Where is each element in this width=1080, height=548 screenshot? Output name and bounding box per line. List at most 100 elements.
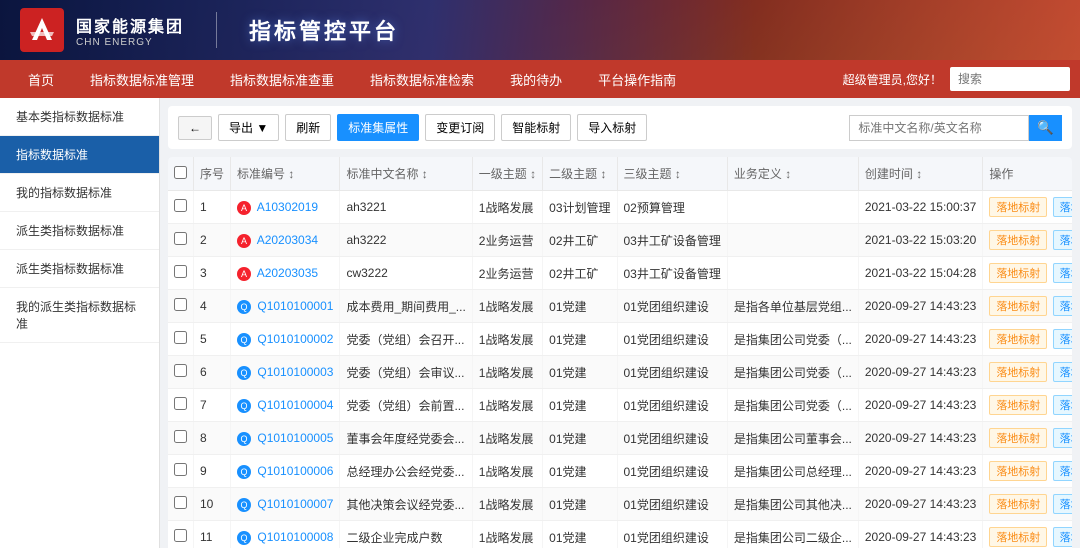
row-code: Q Q1010100001 [231, 290, 340, 323]
row-l2: 02井工矿 [543, 257, 617, 290]
row-seq: 11 [194, 521, 231, 548]
row-time: 2021-03-22 15:03:20 [858, 224, 982, 257]
nav-item-todo[interactable]: 我的待办 [492, 60, 580, 98]
th-time[interactable]: 创建时间 ↕ [858, 157, 982, 191]
op-eval[interactable]: 落地评估 [1053, 395, 1072, 415]
row-code-link[interactable]: A20203035 [257, 266, 318, 280]
row-code-link[interactable]: Q1010100007 [257, 497, 333, 511]
logo-icon [20, 8, 64, 52]
toolbar-search-input[interactable] [849, 115, 1029, 141]
row-def: 是指集团公司总经理... [727, 455, 858, 488]
row-code-link[interactable]: Q1010100002 [257, 332, 333, 346]
th-l3[interactable]: 三级主题 ↕ [617, 157, 727, 191]
row-l2: 01党建 [543, 356, 617, 389]
row-seq: 5 [194, 323, 231, 356]
row-def [727, 224, 858, 257]
th-l2[interactable]: 二级主题 ↕ [543, 157, 617, 191]
op-map[interactable]: 落地标射 [989, 362, 1047, 382]
sidebar-item-derived[interactable]: 派生类指标数据标准 [0, 212, 159, 250]
op-eval[interactable]: 落地评估 [1053, 527, 1072, 547]
row-checkbox[interactable] [174, 496, 187, 509]
op-eval[interactable]: 落地评估 [1053, 230, 1072, 250]
toolbar-search-button[interactable]: 🔍 [1029, 115, 1062, 141]
row-code-link[interactable]: Q1010100008 [257, 530, 333, 544]
op-eval[interactable]: 落地评估 [1053, 428, 1072, 448]
row-seq: 7 [194, 389, 231, 422]
op-map[interactable]: 落地标射 [989, 428, 1047, 448]
row-ops: 落地标射 落地评估 映射推荐 [983, 488, 1072, 521]
sidebar-item-my[interactable]: 我的指标数据标准 [0, 174, 159, 212]
row-checkbox[interactable] [174, 430, 187, 443]
op-eval[interactable]: 落地评估 [1053, 296, 1072, 316]
props-button[interactable]: 标准集属性 [337, 114, 419, 141]
row-seq: 4 [194, 290, 231, 323]
op-map[interactable]: 落地标射 [989, 395, 1047, 415]
table-row: 2 A A20203034 ah3222 2业务运营 02井工矿 03井工矿设备… [168, 224, 1072, 257]
sidebar-item-basic[interactable]: 基本类指标数据标准 [0, 98, 159, 136]
op-map[interactable]: 落地标射 [989, 197, 1047, 217]
row-checkbox[interactable] [174, 397, 187, 410]
op-map[interactable]: 落地标射 [989, 296, 1047, 316]
row-def: 是指集团公司党委（... [727, 323, 858, 356]
row-checkbox[interactable] [174, 199, 187, 212]
op-map[interactable]: 落地标射 [989, 494, 1047, 514]
refresh-button[interactable]: 刷新 [285, 114, 331, 141]
select-all-checkbox[interactable] [174, 166, 187, 179]
nav-item-standard-search[interactable]: 指标数据标准检索 [352, 60, 492, 98]
row-code: Q Q1010100008 [231, 521, 340, 548]
row-checkbox[interactable] [174, 265, 187, 278]
smart-button[interactable]: 智能标射 [501, 114, 571, 141]
sidebar-item-derived2[interactable]: 派生类指标数据标准 [0, 250, 159, 288]
change-button[interactable]: 变更订阅 [425, 114, 495, 141]
sidebar-item-my-derived[interactable]: 我的派生类指标数据标准 [0, 288, 159, 343]
row-code: A A20203034 [231, 224, 340, 257]
back-button[interactable]: ← [178, 116, 212, 140]
export-button[interactable]: 导出 ▼ [218, 114, 279, 141]
op-map[interactable]: 落地标射 [989, 230, 1047, 250]
row-code-link[interactable]: Q1010100004 [257, 398, 333, 412]
op-eval[interactable]: 落地评估 [1053, 329, 1072, 349]
th-code[interactable]: 标准编号 ↕ [231, 157, 340, 191]
nav-item-home[interactable]: 首页 [10, 60, 72, 98]
th-def[interactable]: 业务定义 ↕ [727, 157, 858, 191]
row-time: 2021-03-22 15:04:28 [858, 257, 982, 290]
op-eval[interactable]: 落地评估 [1053, 461, 1072, 481]
main-layout: 基本类指标数据标准 指标数据标准 我的指标数据标准 派生类指标数据标准 派生类指… [0, 98, 1080, 548]
row-code-link[interactable]: A20203034 [257, 233, 318, 247]
nav-item-standard-mgmt[interactable]: 指标数据标准管理 [72, 60, 212, 98]
op-eval[interactable]: 落地评估 [1053, 362, 1072, 382]
row-code-link[interactable]: Q1010100006 [257, 464, 333, 478]
row-code-link[interactable]: Q1010100001 [257, 299, 333, 313]
row-def [727, 257, 858, 290]
nav-item-standard-check[interactable]: 指标数据标准查重 [212, 60, 352, 98]
th-l1[interactable]: 一级主题 ↕ [472, 157, 542, 191]
row-ops: 落地标射 落地评估 映射推荐 [983, 521, 1072, 548]
table-row: 7 Q Q1010100004 党委（党组）会前置... 1战略发展 01党建 … [168, 389, 1072, 422]
table-row: 10 Q Q1010100007 其他决策会议经党委... 1战略发展 01党建… [168, 488, 1072, 521]
row-checkbox[interactable] [174, 232, 187, 245]
row-checkbox[interactable] [174, 364, 187, 377]
import-button[interactable]: 导入标射 [577, 114, 647, 141]
sidebar-item-indicator[interactable]: 指标数据标准 [0, 136, 159, 174]
row-checkbox[interactable] [174, 298, 187, 311]
row-ops: 落地标射 落地评估 映射推荐 [983, 422, 1072, 455]
row-checkbox[interactable] [174, 529, 187, 542]
row-checkbox[interactable] [174, 331, 187, 344]
nav-item-guide[interactable]: 平台操作指南 [580, 60, 694, 98]
row-l1: 1战略发展 [472, 488, 542, 521]
row-time: 2021-03-22 15:00:37 [858, 191, 982, 224]
op-map[interactable]: 落地标射 [989, 263, 1047, 283]
row-code-link[interactable]: A10302019 [257, 200, 318, 214]
row-code-link[interactable]: Q1010100003 [257, 365, 333, 379]
row-code-link[interactable]: Q1010100005 [257, 431, 333, 445]
op-map[interactable]: 落地标射 [989, 329, 1047, 349]
op-map[interactable]: 落地标射 [989, 527, 1047, 547]
nav-search-input[interactable] [950, 67, 1070, 91]
op-map[interactable]: 落地标射 [989, 461, 1047, 481]
row-l1: 2业务运营 [472, 257, 542, 290]
op-eval[interactable]: 落地评估 [1053, 197, 1072, 217]
th-name[interactable]: 标准中文名称 ↕ [340, 157, 472, 191]
op-eval[interactable]: 落地评估 [1053, 494, 1072, 514]
op-eval[interactable]: 落地评估 [1053, 263, 1072, 283]
row-checkbox[interactable] [174, 463, 187, 476]
